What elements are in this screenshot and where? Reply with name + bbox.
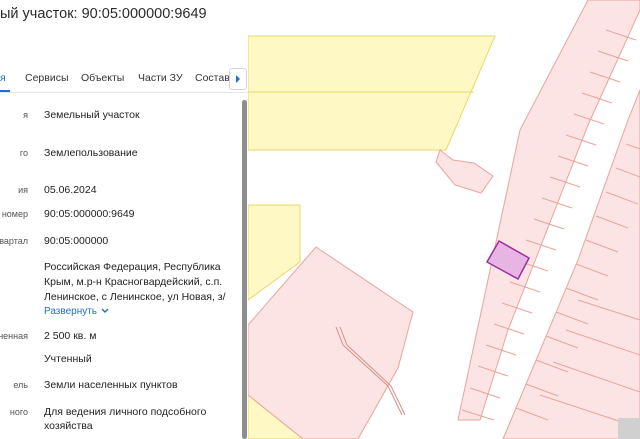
expand-label: Развернуть: [44, 306, 98, 317]
row-value: 2 500 кв. м: [44, 330, 97, 342]
row-value: Для ведения личного подсобного хозяйства: [44, 406, 207, 432]
chevron-down-icon: [101, 305, 109, 319]
row-label: номер: [1, 209, 28, 219]
map-control[interactable]: [618, 418, 640, 439]
row-value: Учтенный: [44, 353, 92, 365]
active-tab-indicator: [0, 90, 10, 92]
row-label: я: [23, 110, 28, 120]
row-value: 90:05:000000:9649: [44, 208, 135, 220]
row-label: го: [19, 148, 28, 158]
tab-info[interactable]: я: [0, 72, 6, 84]
row-label: ненная: [0, 331, 28, 341]
row-value: 90:05:000000: [44, 235, 109, 247]
row-value: Землепользование: [44, 147, 138, 159]
row-label: квартал: [0, 236, 28, 246]
tabs-next-button[interactable]: [229, 68, 247, 90]
row-label: ия: [18, 185, 28, 195]
row-value: Российская Федерация, Республика Крым, м…: [44, 261, 226, 303]
scrollbar-thumb[interactable]: [242, 100, 247, 439]
tab-objects[interactable]: Объекты: [81, 72, 124, 84]
row-value: 05.06.2024: [44, 184, 97, 196]
expand-address-link[interactable]: Развернуть: [44, 305, 109, 319]
map-canvas[interactable]: [248, 0, 640, 439]
row-label: ного: [9, 407, 28, 417]
tab-bar: я Сервисы Объекты Части ЗУ Состав: [0, 64, 248, 93]
tab-composition[interactable]: Состав: [195, 72, 230, 84]
row-value: Земли населенных пунктов: [44, 379, 178, 391]
tab-services[interactable]: Сервисы: [25, 72, 69, 84]
row-value: Земельный участок: [44, 109, 140, 121]
properties-panel: я Земельный участок го Землепользование …: [0, 93, 242, 439]
row-label: ель: [13, 380, 28, 390]
page-title: ый участок: 90:05:000000:9649: [0, 6, 207, 22]
cadastral-map[interactable]: [248, 0, 640, 439]
tab-parts[interactable]: Части ЗУ: [138, 72, 183, 84]
